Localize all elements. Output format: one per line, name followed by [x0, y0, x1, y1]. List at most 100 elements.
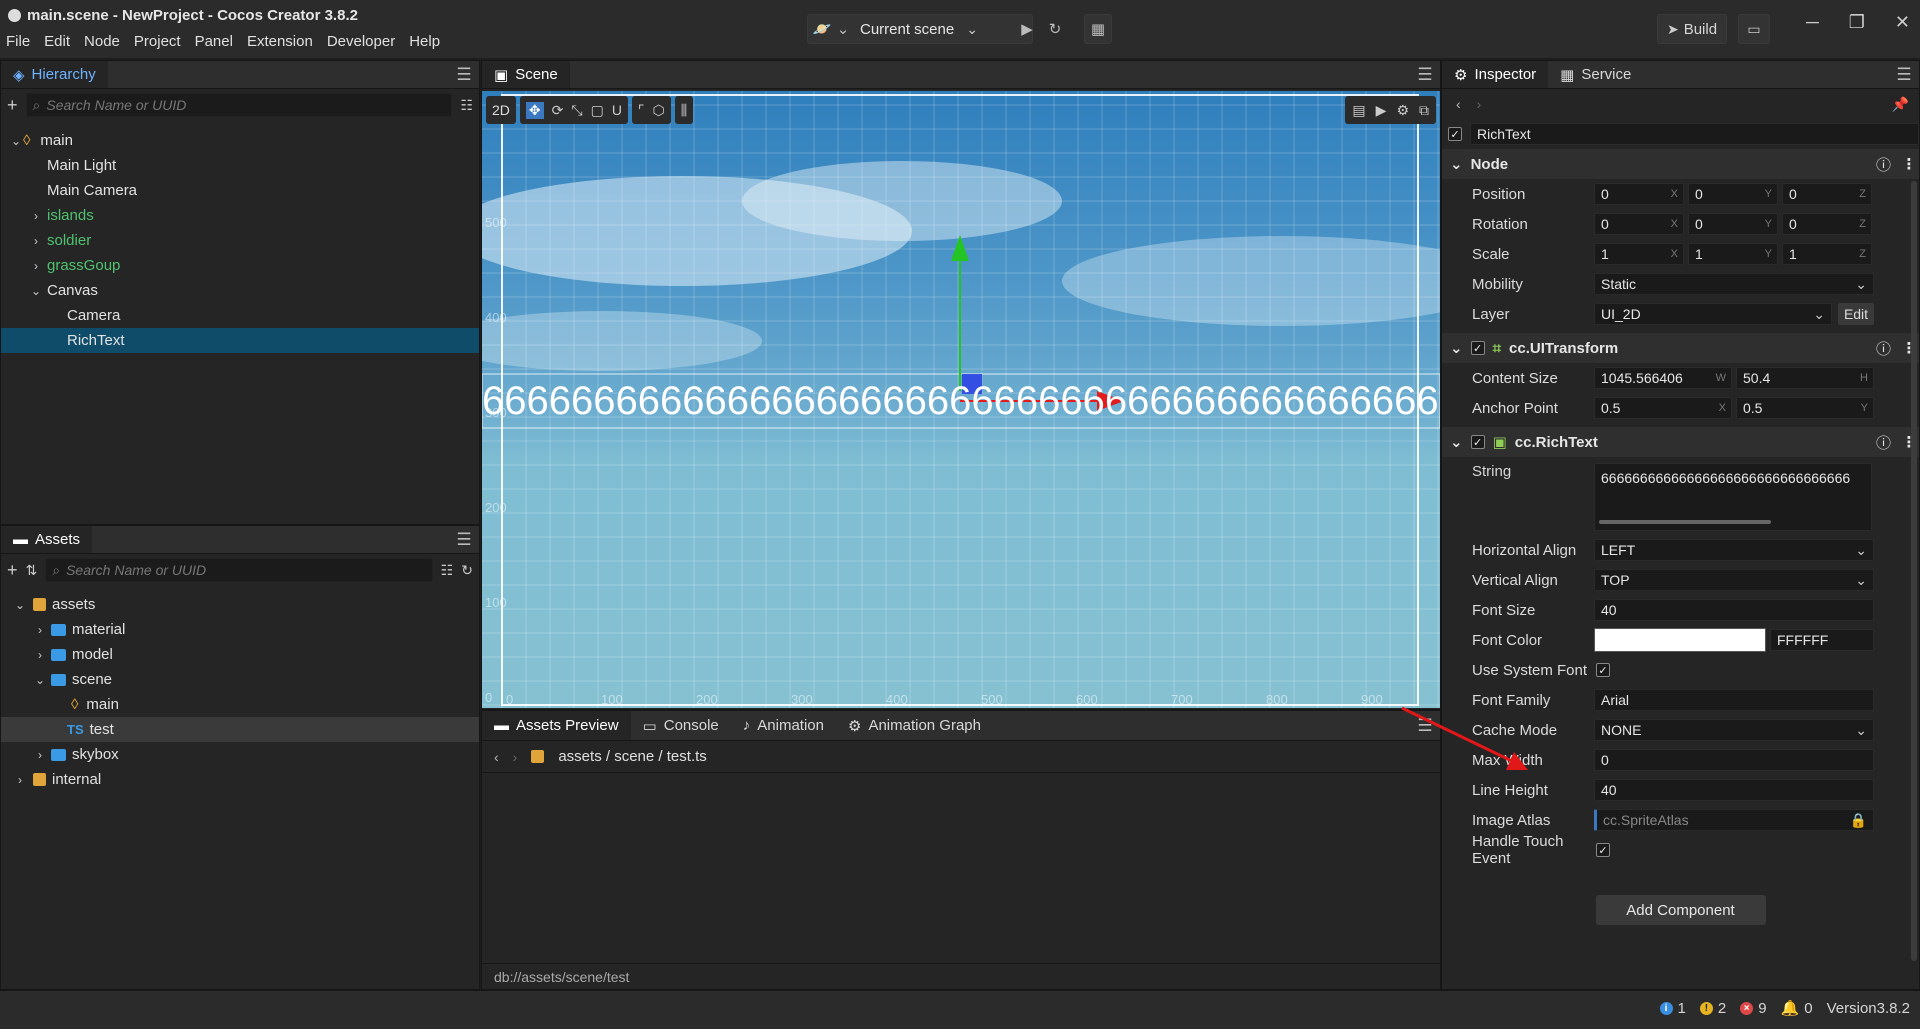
tab-animation-graph[interactable]: ⚙ Animation Graph: [836, 711, 993, 740]
open-folder-button[interactable]: ▭: [1738, 14, 1770, 44]
help-icon[interactable]: ⓘ: [1876, 432, 1891, 453]
help-icon[interactable]: ⓘ: [1876, 154, 1891, 175]
hierarchy-node[interactable]: ⌄ ◊ main: [1, 128, 479, 153]
content-width-input[interactable]: 1045.566406 W: [1594, 367, 1732, 389]
tab-assets-preview[interactable]: ▬ Assets Preview: [482, 711, 631, 740]
asset-item[interactable]: › skybox: [1, 742, 479, 767]
gear-icon[interactable]: ⚙: [1396, 102, 1409, 119]
chevron-down-icon[interactable]: ⌄: [29, 284, 43, 298]
use-system-font-checkbox[interactable]: ✓: [1596, 663, 1610, 677]
info-count[interactable]: i1: [1659, 1000, 1686, 1017]
hierarchy-node[interactable]: Main Camera: [1, 178, 479, 203]
position-z-input[interactable]: 0Z: [1782, 183, 1872, 205]
restore-icon[interactable]: ❐: [1849, 12, 1865, 33]
hierarchy-node[interactable]: Camera: [1, 303, 479, 328]
tab-animation[interactable]: ♪ Animation: [731, 711, 836, 740]
more-icon[interactable]: ⋮: [1899, 155, 1919, 173]
align-icon[interactable]: ⫼: [681, 102, 687, 119]
vertical-align-select[interactable]: TOP ⌄: [1594, 569, 1874, 591]
back-icon[interactable]: ‹: [1456, 96, 1461, 112]
panel-menu-icon[interactable]: ☰: [1410, 61, 1440, 88]
scale-z-input[interactable]: 1Z: [1782, 243, 1872, 265]
help-icon[interactable]: ⓘ: [1876, 338, 1891, 359]
assets-search-input[interactable]: ⌕ Search Name or UUID: [45, 558, 433, 582]
asset-item[interactable]: ⌄ assets: [1, 592, 479, 617]
mode-2d-button[interactable]: 2D: [486, 96, 516, 124]
chevron-right-icon[interactable]: ›: [29, 209, 43, 223]
minimize-icon[interactable]: ─: [1806, 12, 1819, 33]
node-section-header[interactable]: ⌄ Node ⓘ ⋮: [1442, 149, 1919, 179]
menu-node[interactable]: Node: [84, 33, 120, 50]
qrcode-button[interactable]: ▦: [1084, 14, 1112, 44]
hierarchy-node[interactable]: › soldier: [1, 228, 479, 253]
move-icon[interactable]: ✥: [525, 101, 544, 119]
line-height-input[interactable]: 40: [1594, 779, 1874, 801]
panel-menu-icon[interactable]: ☰: [449, 61, 479, 88]
tab-inspector[interactable]: ⚙ Inspector: [1442, 61, 1549, 88]
rotation-y-input[interactable]: 0Y: [1688, 213, 1778, 235]
menu-developer[interactable]: Developer: [327, 33, 395, 50]
cache-mode-select[interactable]: NONE ⌄: [1594, 719, 1874, 741]
warning-count[interactable]: ! 2: [1699, 1000, 1726, 1017]
tab-service[interactable]: ▦ Service: [1548, 61, 1643, 88]
menu-extension[interactable]: Extension: [247, 33, 313, 50]
build-button[interactable]: ➤ Build: [1657, 14, 1727, 44]
chevron-right-icon[interactable]: ›: [33, 748, 47, 762]
lock-icon[interactable]: 🔒: [1850, 812, 1867, 829]
scene-viewport[interactable]: 6666666666666666666666666666666666666666…: [482, 91, 1440, 708]
back-icon[interactable]: ‹: [494, 749, 499, 765]
close-icon[interactable]: ✕: [1895, 12, 1910, 33]
notification-count[interactable]: 🔔 0: [1781, 999, 1813, 1018]
pivot-icon[interactable]: ⌜: [638, 102, 645, 119]
rich-text-node[interactable]: 6666666666666666666666666666666666666666…: [482, 376, 1440, 426]
asset-item[interactable]: › model: [1, 642, 479, 667]
frame-icon[interactable]: ▤: [1352, 102, 1365, 119]
rect-icon[interactable]: ▢: [591, 102, 604, 119]
refresh-icon[interactable]: ↻: [1041, 15, 1069, 43]
uitransform-section-header[interactable]: ⌄ ✓ ⌗ cc.UITransform ⓘ ⋮: [1442, 333, 1919, 363]
mobility-select[interactable]: Static ⌄: [1594, 273, 1874, 295]
rotation-x-input[interactable]: 0X: [1594, 213, 1684, 235]
font-family-input[interactable]: Arial: [1594, 689, 1874, 711]
horizontal-align-select[interactable]: LEFT ⌄: [1594, 539, 1874, 561]
asset-item[interactable]: › internal: [1, 767, 479, 792]
asset-item[interactable]: ◊ main: [1, 692, 479, 717]
menu-project[interactable]: Project: [134, 33, 181, 50]
asset-item[interactable]: TS test: [1, 717, 479, 742]
anchor-x-input[interactable]: 0.5 X: [1594, 397, 1732, 419]
hierarchy-node[interactable]: › grassGoup: [1, 253, 479, 278]
richtext-enabled-checkbox[interactable]: ✓: [1470, 435, 1485, 449]
snap-icon[interactable]: U: [612, 102, 622, 118]
tab-console[interactable]: ▭ Console: [631, 711, 731, 740]
panel-menu-icon[interactable]: ☰: [449, 526, 479, 553]
font-size-input[interactable]: 40: [1594, 599, 1874, 621]
layer-select[interactable]: UI_2D ⌄: [1594, 303, 1832, 325]
play-icon[interactable]: ▶: [1013, 15, 1041, 43]
scale-icon[interactable]: ⤡: [571, 102, 582, 119]
crumb-scene[interactable]: scene: [614, 748, 654, 765]
chevron-down-icon[interactable]: ⌄: [13, 598, 27, 612]
string-textarea[interactable]: 66666666666666666666666666666666: [1594, 463, 1872, 531]
chevron-right-icon[interactable]: ›: [33, 623, 47, 637]
camera-icon[interactable]: ▶: [1376, 102, 1387, 119]
horizontal-scrollbar[interactable]: [1599, 520, 1771, 524]
filter-icon[interactable]: ☷: [441, 562, 454, 579]
chevron-down-icon[interactable]: ⌄: [33, 673, 47, 687]
chevron-right-icon[interactable]: ›: [13, 773, 27, 787]
menu-panel[interactable]: Panel: [195, 33, 233, 50]
panel-menu-icon[interactable]: ☰: [1889, 61, 1919, 88]
node-name-input[interactable]: RichText: [1469, 123, 1919, 145]
local-global-icon[interactable]: ⬡: [653, 102, 665, 119]
hierarchy-node[interactable]: Main Light: [1, 153, 479, 178]
chevron-down-icon[interactable]: ⌄: [9, 134, 23, 148]
crumb-file[interactable]: test.ts: [667, 748, 707, 765]
font-color-hex-input[interactable]: FFFFFF: [1770, 629, 1874, 651]
max-width-input[interactable]: 0: [1594, 749, 1874, 771]
anchor-y-input[interactable]: 0.5 Y: [1736, 397, 1874, 419]
sort-icon[interactable]: ⇅: [26, 562, 38, 579]
menu-edit[interactable]: Edit: [44, 33, 70, 50]
preview-select[interactable]: 🪐 ⌄ Current scene ⌄: [807, 14, 1033, 44]
scale-y-input[interactable]: 1Y: [1688, 243, 1778, 265]
hierarchy-node[interactable]: ⌄ Canvas: [1, 278, 479, 303]
position-y-input[interactable]: 0Y: [1688, 183, 1778, 205]
